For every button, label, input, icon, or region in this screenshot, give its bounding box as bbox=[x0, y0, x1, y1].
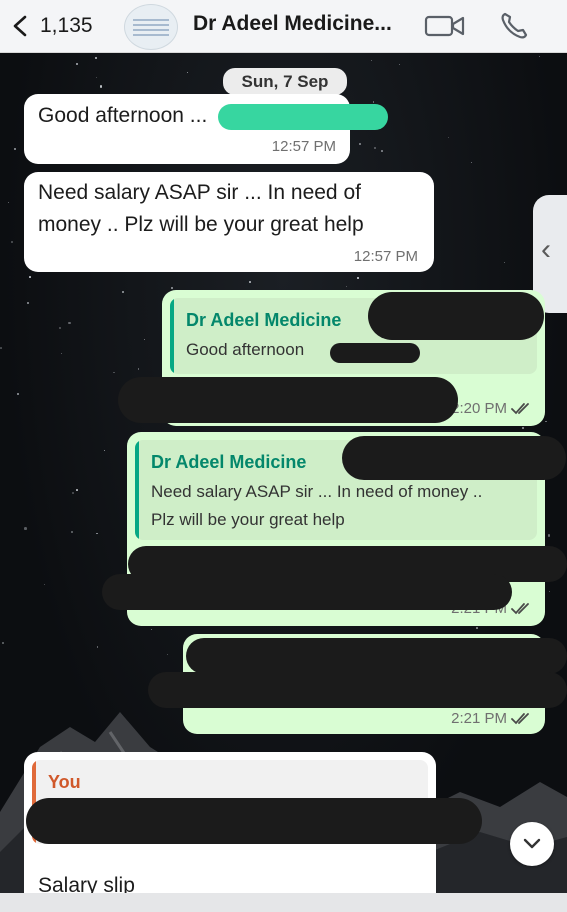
star bbox=[547, 534, 551, 537]
redaction-mark bbox=[218, 104, 388, 130]
chat-header: 1,135 Dr Adeel Medicine... bbox=[0, 0, 567, 53]
star bbox=[29, 276, 31, 279]
message-text-line: Need salary ASAP sir ... In need of bbox=[38, 181, 361, 204]
message-time: 2:21 PM bbox=[451, 710, 507, 727]
quote-text: Good afternoon bbox=[186, 340, 305, 359]
redaction-mark bbox=[330, 343, 420, 363]
star bbox=[10, 240, 13, 243]
chevron-left-icon: ‹ bbox=[541, 233, 551, 266]
star bbox=[143, 339, 145, 341]
star bbox=[13, 147, 16, 150]
star bbox=[521, 426, 524, 429]
star bbox=[0, 347, 2, 349]
star bbox=[2, 642, 5, 644]
star bbox=[137, 368, 140, 370]
redaction-mark bbox=[186, 638, 567, 674]
star bbox=[538, 56, 540, 58]
redaction-mark bbox=[102, 574, 512, 610]
quote-sender: Dr Adeel Medicine bbox=[186, 310, 342, 330]
quote-text-line: Plz will be your great help bbox=[151, 510, 345, 529]
star bbox=[545, 420, 547, 422]
quote-sender: Dr Adeel Medicine bbox=[151, 452, 307, 472]
chevron-left-icon bbox=[13, 15, 27, 37]
star bbox=[99, 85, 103, 88]
star bbox=[249, 281, 251, 284]
star bbox=[399, 63, 401, 65]
star bbox=[548, 591, 551, 593]
star bbox=[96, 532, 99, 535]
star bbox=[381, 149, 383, 152]
star bbox=[96, 646, 99, 648]
message-text: Good afternoon ... bbox=[38, 104, 208, 127]
star bbox=[16, 393, 19, 396]
star bbox=[7, 202, 9, 204]
message-text-line: money .. Plz will be your great help bbox=[38, 213, 364, 236]
star bbox=[448, 136, 450, 139]
quote-accent-bar bbox=[135, 440, 139, 540]
star bbox=[68, 321, 71, 325]
star bbox=[58, 327, 61, 330]
scroll-to-bottom-button[interactable] bbox=[510, 822, 554, 866]
star bbox=[187, 71, 189, 73]
redaction-mark bbox=[342, 436, 566, 480]
star bbox=[70, 530, 74, 534]
star bbox=[113, 371, 115, 373]
star bbox=[371, 59, 372, 61]
star bbox=[151, 628, 153, 630]
phone-icon[interactable] bbox=[498, 10, 530, 42]
star bbox=[75, 489, 78, 492]
contact-name[interactable]: Dr Adeel Medicine... bbox=[193, 12, 392, 36]
quote-accent-bar bbox=[170, 298, 174, 374]
star bbox=[170, 286, 174, 290]
star bbox=[476, 627, 478, 629]
star bbox=[373, 147, 376, 150]
redaction-mark bbox=[148, 672, 567, 708]
redaction-mark bbox=[26, 798, 482, 844]
unread-count: 1,135 bbox=[40, 14, 93, 37]
star bbox=[75, 62, 78, 65]
quote-sender: You bbox=[48, 772, 81, 792]
video-camera-icon[interactable] bbox=[424, 12, 466, 40]
star bbox=[94, 56, 98, 60]
double-check-icon bbox=[511, 603, 529, 615]
star bbox=[104, 449, 106, 451]
contact-avatar[interactable] bbox=[124, 4, 178, 50]
redaction-mark bbox=[118, 377, 458, 423]
star bbox=[95, 77, 97, 79]
chevron-down-icon bbox=[523, 838, 541, 849]
star bbox=[43, 583, 45, 585]
star bbox=[358, 142, 362, 146]
date-separator: Sun, 7 Sep bbox=[223, 68, 347, 95]
star bbox=[372, 100, 375, 103]
message-time: 2:20 PM bbox=[451, 400, 507, 417]
star bbox=[503, 261, 505, 263]
message-time: 12:57 PM bbox=[353, 248, 418, 265]
quote-text-line: Need salary ASAP sir ... In need of mone… bbox=[151, 482, 483, 501]
star bbox=[470, 162, 473, 164]
star bbox=[60, 352, 63, 355]
message-bubble-incoming[interactable]: Need salary ASAP sir ... In need of mone… bbox=[24, 172, 434, 272]
back-button[interactable]: 1,135 bbox=[10, 10, 110, 42]
star bbox=[121, 291, 125, 294]
star bbox=[72, 492, 75, 495]
input-bar-edge bbox=[0, 893, 567, 912]
star bbox=[27, 302, 30, 305]
double-check-icon bbox=[511, 713, 529, 725]
star bbox=[24, 527, 28, 531]
star bbox=[357, 277, 359, 279]
double-check-icon bbox=[511, 403, 529, 415]
star bbox=[345, 285, 347, 287]
message-time: 12:57 PM bbox=[271, 138, 336, 155]
redaction-mark bbox=[368, 292, 544, 340]
